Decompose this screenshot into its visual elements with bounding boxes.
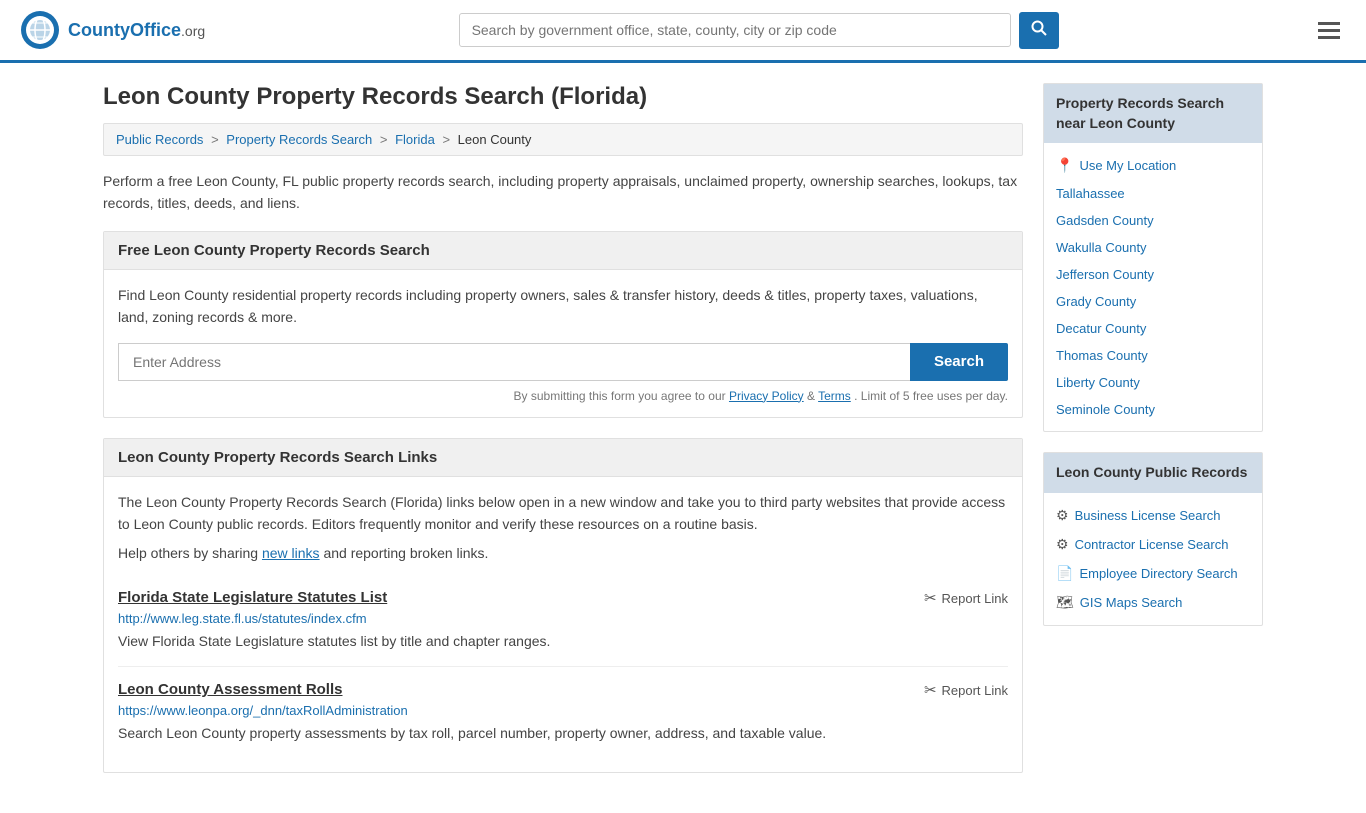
sidebar-nearby-heading: Property Records Search near Leon County [1044,84,1262,143]
sidebar: Property Records Search near Leon County… [1043,83,1263,793]
sidebar-item-contractor-license[interactable]: ⚙ Contractor License Search [1044,530,1262,559]
breadcrumb-sep: > [380,132,388,147]
doc-icon: 📄 [1056,565,1073,582]
sharing-text: Help others by sharing [118,545,258,561]
link-item-top: Leon County Assessment Rolls ✂ Report Li… [118,681,1008,699]
breadcrumb-public-records[interactable]: Public Records [116,132,203,147]
links-body: The Leon County Property Records Search … [104,477,1022,773]
link-item: Florida State Legislature Statutes List … [118,575,1008,667]
header-search-area [459,12,1059,49]
sidebar-nearby-section: Property Records Search near Leon County… [1043,83,1263,432]
hamburger-menu-button[interactable] [1312,16,1346,45]
reporting-text: and reporting broken links. [323,545,488,561]
main-container: Leon County Property Records Search (Flo… [83,63,1283,813]
sidebar-item-employee-directory[interactable]: 📄 Employee Directory Search [1044,559,1262,588]
sidebar-public-records-body: ⚙ Business License Search ⚙ Contractor L… [1044,493,1262,625]
contractor-license-link[interactable]: Contractor License Search [1075,537,1229,552]
gear-icon: ⚙ [1056,536,1069,553]
link-item: Leon County Assessment Rolls ✂ Report Li… [118,667,1008,758]
link-title[interactable]: Florida State Legislature Statutes List [118,589,387,606]
business-license-link[interactable]: Business License Search [1075,508,1221,523]
ampersand: & [807,389,818,403]
content-area: Leon County Property Records Search (Flo… [103,83,1023,793]
sidebar-item-gadsden[interactable]: Gadsden County [1044,207,1262,234]
employee-directory-link[interactable]: Employee Directory Search [1079,566,1237,581]
link-title[interactable]: Leon County Assessment Rolls [118,681,343,698]
hamburger-line [1318,29,1340,32]
sidebar-item-tallahassee[interactable]: Tallahassee [1044,180,1262,207]
sidebar-public-records-heading: Leon County Public Records [1044,453,1262,493]
free-search-section: Free Leon County Property Records Search… [103,231,1023,418]
link-description: View Florida State Legislature statutes … [118,631,1008,652]
logo-text[interactable]: CountyOffice.org [68,20,205,41]
links-description: The Leon County Property Records Search … [118,491,1008,536]
header-search-input[interactable] [459,13,1011,47]
link-item-top: Florida State Legislature Statutes List … [118,589,1008,607]
sidebar-item-jefferson[interactable]: Jefferson County [1044,261,1262,288]
header: CountyOffice.org [0,0,1366,63]
page-description: Perform a free Leon County, FL public pr… [103,170,1023,215]
sidebar-item-decatur[interactable]: Decatur County [1044,315,1262,342]
sidebar-nearby-body: 📍 Use My Location Tallahassee Gadsden Co… [1044,143,1262,431]
sharing-line: Help others by sharing new links and rep… [118,545,1008,561]
sidebar-public-records-section: Leon County Public Records ⚙ Business Li… [1043,452,1263,626]
sidebar-item-wakulla[interactable]: Wakulla County [1044,234,1262,261]
sidebar-use-location[interactable]: 📍 Use My Location [1044,151,1262,180]
new-links-link[interactable]: new links [262,545,320,561]
report-link-label: Report Link [942,683,1008,698]
terms-link[interactable]: Terms [818,389,851,403]
sidebar-item-gis-maps[interactable]: 🗺 GIS Maps Search [1044,588,1262,617]
report-icon: ✂ [924,681,937,699]
breadcrumb-property-records[interactable]: Property Records Search [226,132,372,147]
link-url[interactable]: https://www.leonpa.org/_dnn/taxRollAdmin… [118,703,1008,718]
free-search-heading: Free Leon County Property Records Search [104,232,1022,270]
privacy-policy-link[interactable]: Privacy Policy [729,389,804,403]
logo-area: CountyOffice.org [20,10,205,50]
breadcrumb-florida[interactable]: Florida [395,132,435,147]
link-url[interactable]: http://www.leg.state.fl.us/statutes/inde… [118,611,1008,626]
free-search-body: Find Leon County residential property re… [104,270,1022,417]
page-title: Leon County Property Records Search (Flo… [103,83,1023,111]
logo-icon [20,10,60,50]
breadcrumb-current: Leon County [458,132,532,147]
map-icon: 🗺 [1056,594,1074,611]
search-description: Find Leon County residential property re… [118,284,1008,329]
sidebar-item-thomas[interactable]: Thomas County [1044,342,1262,369]
report-link-button[interactable]: ✂ Report Link [924,681,1008,699]
search-icon [1031,20,1047,36]
links-heading: Leon County Property Records Search Link… [104,439,1022,477]
breadcrumb-sep: > [211,132,219,147]
sidebar-item-grady[interactable]: Grady County [1044,288,1262,315]
limit-text: . Limit of 5 free uses per day. [854,389,1008,403]
gear-icon: ⚙ [1056,507,1069,524]
hamburger-line [1318,36,1340,39]
search-button[interactable]: Search [910,343,1008,381]
report-link-label: Report Link [942,591,1008,606]
breadcrumb-sep: > [442,132,450,147]
breadcrumb: Public Records > Property Records Search… [103,123,1023,156]
disclaimer-text: By submitting this form you agree to our [514,389,726,403]
use-my-location-link[interactable]: Use My Location [1079,158,1176,173]
report-icon: ✂ [924,589,937,607]
sidebar-item-liberty[interactable]: Liberty County [1044,369,1262,396]
location-pin-icon: 📍 [1056,157,1073,174]
link-description: Search Leon County property assessments … [118,723,1008,744]
form-disclaimer: By submitting this form you agree to our… [118,389,1008,403]
address-input[interactable] [118,343,910,381]
address-search-form: Search [118,343,1008,381]
sidebar-item-seminole[interactable]: Seminole County [1044,396,1262,423]
gis-maps-link[interactable]: GIS Maps Search [1080,595,1183,610]
sidebar-item-business-license[interactable]: ⚙ Business License Search [1044,501,1262,530]
hamburger-line [1318,22,1340,25]
report-link-button[interactable]: ✂ Report Link [924,589,1008,607]
links-section: Leon County Property Records Search Link… [103,438,1023,774]
header-search-button[interactable] [1019,12,1059,49]
